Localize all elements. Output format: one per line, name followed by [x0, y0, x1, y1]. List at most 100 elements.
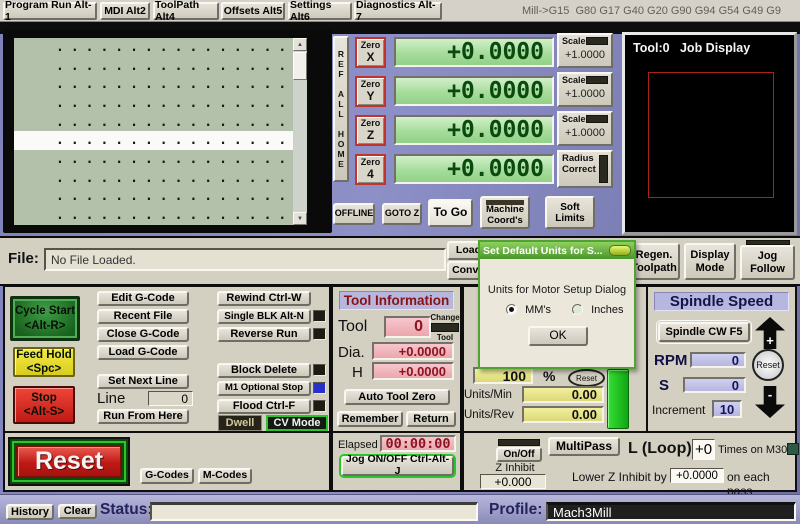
h-display[interactable]: +0.0000 — [372, 362, 454, 380]
gcode-line[interactable]: ................. — [14, 206, 293, 225]
spindle-plus-button[interactable]: + — [755, 317, 785, 349]
units-min-display[interactable]: 0.00 — [522, 386, 604, 403]
s-display[interactable]: 0 — [683, 377, 746, 393]
soft-limits-button[interactable]: Soft Limits — [545, 196, 595, 229]
offline-button[interactable]: OFFLINE — [333, 203, 375, 225]
remember-button[interactable]: Remember — [337, 411, 403, 427]
return-button[interactable]: Return — [406, 411, 456, 427]
feed-hold-button[interactable]: Feed Hold <Spc> — [13, 347, 75, 377]
cycle-start-button[interactable]: Cycle Start <Alt-R> — [10, 296, 80, 341]
gcode-line[interactable]: ................. — [14, 150, 293, 169]
increment-display[interactable]: 10 — [712, 400, 742, 418]
g-codes-button[interactable]: G-Codes — [140, 468, 194, 484]
tab-mdi[interactable]: MDI Alt2 — [100, 2, 150, 20]
rewind-button[interactable]: Rewind Ctrl-W — [217, 291, 311, 306]
auto-tool-zero-button[interactable]: Auto Tool Zero — [344, 389, 450, 405]
set-next-line-button[interactable]: Set Next Line — [97, 374, 189, 389]
tab-toolpath[interactable]: ToolPath Alt4 — [153, 2, 219, 20]
tab-program-run[interactable]: Program Run Alt-1 — [3, 2, 97, 20]
scroll-down-icon[interactable]: ▼ — [293, 212, 307, 225]
tab-offsets[interactable]: Offsets Alt5 — [221, 2, 285, 20]
h-label: H — [352, 364, 363, 381]
dialog-ok-button[interactable]: OK — [528, 326, 588, 346]
radio-inches-label[interactable]: Inches — [591, 304, 623, 316]
units-rev-display[interactable]: 0.00 — [522, 406, 604, 423]
rpm-display[interactable]: 0 — [690, 352, 746, 368]
gcode-line[interactable]: ................. — [14, 188, 293, 207]
m1-optional-stop-button[interactable]: M1 Optional Stop — [217, 381, 311, 396]
radio-mm-label[interactable]: MM's — [525, 304, 551, 316]
machine-coords-button[interactable]: Machine Coord's — [480, 196, 530, 229]
jog-onoff-button[interactable]: Jog ON/OFF Ctrl-Alt-J — [341, 456, 454, 476]
close-gcode-button[interactable]: Close G-Code — [97, 327, 189, 342]
scale-x-value[interactable]: +1.0000 — [562, 49, 608, 61]
gcode-line[interactable]: ................. — [14, 75, 293, 94]
lower-z-value-field[interactable]: +0.0000 — [670, 468, 724, 483]
stop-button[interactable]: Stop <Alt-S> — [13, 386, 75, 424]
gcode-line[interactable]: ................. — [14, 113, 293, 132]
scale-z-value[interactable]: +1.0000 — [562, 127, 608, 139]
spindle-reset-button[interactable]: Reset — [752, 349, 784, 381]
reverse-run-button[interactable]: Reverse Run — [217, 327, 311, 342]
radio-inches[interactable]: Inches — [572, 304, 623, 316]
gcode-line[interactable]: ................. — [14, 57, 293, 76]
run-from-here-button[interactable]: Run From Here — [97, 409, 189, 424]
radio-mm-icon[interactable] — [506, 304, 517, 315]
spindle-cw-button[interactable]: Spindle CW F5 — [658, 322, 750, 342]
block-delete-button[interactable]: Block Delete — [217, 363, 311, 378]
scale-y-value[interactable]: +1.0000 — [562, 88, 608, 100]
goto-z-button[interactable]: GOTO Z — [382, 203, 422, 225]
dro-z-display[interactable]: +0.0000 — [394, 115, 554, 145]
load-gcode-button[interactable]: Load G-Code — [97, 345, 189, 360]
scale-label: Scale — [562, 75, 586, 85]
feed-reset-button[interactable]: Reset — [568, 369, 605, 387]
clear-button[interactable]: Clear — [58, 504, 97, 519]
radius-correct-label: Radius Correct — [562, 153, 598, 176]
dialog-titlebar-button[interactable] — [609, 245, 631, 256]
scrollbar-thumb[interactable] — [293, 52, 307, 80]
zero-4-button[interactable]: Zero 4 — [355, 154, 386, 185]
gcode-line[interactable]: ................. — [14, 94, 293, 113]
feed-override-slider[interactable] — [607, 369, 629, 429]
dialog-titlebar: Set Default Units for S... — [480, 242, 634, 259]
dro-x-display[interactable]: +0.0000 — [394, 37, 554, 67]
increment-label: Increment — [652, 403, 705, 417]
tab-diagnostics[interactable]: Diagnostics Alt-7 — [354, 2, 442, 20]
gcode-line-selected[interactable]: ................. — [14, 131, 293, 150]
dia-display[interactable]: +0.0000 — [372, 342, 454, 360]
to-go-button[interactable]: To Go — [428, 199, 473, 227]
display-mode-button[interactable]: Display Mode — [684, 243, 736, 280]
z-inhibit-led — [498, 439, 540, 446]
tool-number-display[interactable]: 0 — [384, 316, 431, 338]
recent-file-button[interactable]: Recent File — [97, 309, 189, 324]
edit-gcode-button[interactable]: Edit G-Code — [97, 291, 189, 306]
tab-settings[interactable]: Settings Alt6 — [288, 2, 352, 20]
spindle-minus-button[interactable]: - — [755, 386, 785, 418]
ref-all-home-button[interactable]: REF ALL HOME — [333, 36, 349, 182]
radio-inches-icon[interactable] — [572, 304, 583, 315]
dro-y-display[interactable]: +0.0000 — [394, 76, 554, 106]
jog-follow-button[interactable]: Jog Follow — [740, 245, 795, 280]
change-tool-button[interactable]: Change Tool — [430, 313, 460, 342]
line-number-field[interactable]: 0 — [148, 391, 193, 406]
scroll-up-icon[interactable]: ▲ — [293, 38, 307, 51]
dialog-message: Units for Motor Setup Dialog — [480, 284, 634, 296]
z-inhibit-onoff-button[interactable]: On/Off — [496, 447, 542, 462]
gcode-line[interactable]: ................. — [14, 169, 293, 188]
loop-count-field[interactable]: +0 — [692, 439, 715, 460]
zero-y-button[interactable]: Zero Y — [355, 76, 386, 107]
reset-button[interactable]: Reset — [8, 437, 130, 486]
radio-mm[interactable]: MM's — [506, 304, 551, 316]
feed-override-display[interactable]: 100 — [473, 367, 533, 384]
dro-4-display[interactable]: +0.0000 — [394, 154, 554, 184]
gcode-line[interactable]: ................. — [14, 38, 293, 57]
history-button[interactable]: History — [6, 504, 54, 520]
zero-x-button[interactable]: Zero X — [355, 37, 386, 68]
m-codes-button[interactable]: M-Codes — [198, 468, 252, 484]
single-blk-button[interactable]: Single BLK Alt-N — [217, 309, 311, 324]
z-inhibit-value-field[interactable]: +0.000 — [480, 474, 546, 489]
multipass-button[interactable]: MultiPass — [548, 437, 620, 456]
radius-correct-button[interactable]: Radius Correct — [557, 150, 613, 188]
flood-button[interactable]: Flood Ctrl-F — [217, 399, 311, 414]
zero-z-button[interactable]: Zero Z — [355, 115, 386, 146]
